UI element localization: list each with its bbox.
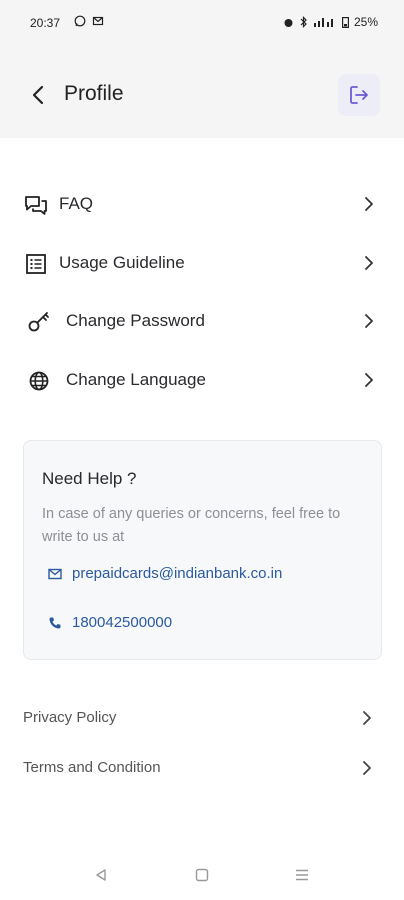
menu-label-faq: FAQ — [59, 194, 94, 213]
guideline-icon — [24, 252, 48, 276]
profile-menu: FAQ Usage Guideline Change Password Chan… — [0, 175, 404, 409]
menu-lines-icon — [296, 869, 308, 881]
logout-icon — [350, 86, 368, 104]
help-card: Need Help ? In case of any queries or co… — [23, 440, 382, 660]
chevron-right-icon — [365, 372, 373, 387]
help-phone: 180042500000 — [72, 614, 173, 631]
terms-and-condition-link[interactable]: Terms and Condition — [0, 743, 404, 793]
status-bar: 20:37 25% — [0, 0, 404, 44]
privacy-policy-link[interactable]: Privacy Policy — [0, 693, 404, 743]
terms-label: Terms and Condition — [23, 759, 161, 776]
help-email-link[interactable]: prepaidcards@indianbank.co.in — [48, 565, 282, 582]
menu-label-change-language: Change Language — [66, 369, 206, 389]
menu-item-change-language[interactable]: Change Language — [0, 351, 404, 410]
phone-icon — [49, 617, 61, 628]
menu-item-faq[interactable]: FAQ — [0, 175, 404, 234]
page-title: Profile — [64, 82, 124, 105]
chevron-right-icon — [365, 255, 373, 270]
mail-icon — [48, 568, 62, 579]
nav-home-button[interactable] — [192, 865, 212, 885]
logout-button[interactable] — [338, 74, 380, 116]
help-title: Need Help ? — [42, 469, 137, 488]
menu-item-change-password[interactable]: Change Password — [0, 292, 404, 351]
privacy-policy-label: Privacy Policy — [23, 709, 117, 726]
battery-level: 25% — [353, 15, 378, 29]
system-navigation-bar — [0, 855, 404, 895]
chevron-right-icon — [363, 761, 371, 775]
menu-label-change-password: Change Password — [66, 311, 205, 330]
mail-icon — [92, 16, 104, 26]
help-phone-link[interactable]: 180042500000 — [48, 614, 172, 631]
square-home-icon — [195, 868, 209, 882]
chevron-left-icon — [32, 85, 44, 105]
back-button[interactable] — [26, 82, 52, 108]
alarm-icon — [284, 18, 293, 27]
help-email: prepaidcards@indianbank.co.in — [72, 565, 283, 582]
help-description: In case of any queries or concerns, feel… — [42, 506, 341, 545]
status-time: 20:37 — [30, 16, 61, 30]
chevron-right-icon — [365, 314, 373, 328]
triangle-back-icon — [96, 869, 106, 881]
app-header: Profile — [0, 72, 404, 118]
menu-label-usage-guideline: Usage Guideline — [59, 252, 185, 272]
faq-icon — [24, 193, 48, 217]
legal-links: Privacy Policy Terms and Condition — [0, 693, 404, 793]
bluetooth-icon — [300, 16, 307, 28]
battery-icon — [341, 17, 349, 28]
chevron-right-icon — [363, 711, 371, 725]
nav-recents-button[interactable] — [292, 865, 312, 885]
signal-icon — [313, 18, 333, 27]
nav-back-button[interactable] — [91, 865, 111, 885]
whatsapp-icon — [74, 15, 86, 27]
menu-item-usage-guideline[interactable]: Usage Guideline — [0, 234, 404, 293]
globe-icon — [27, 369, 51, 393]
chevron-right-icon — [365, 197, 373, 211]
notification-icons — [74, 15, 104, 27]
key-icon — [27, 310, 51, 334]
system-icons: 25% — [283, 15, 378, 29]
